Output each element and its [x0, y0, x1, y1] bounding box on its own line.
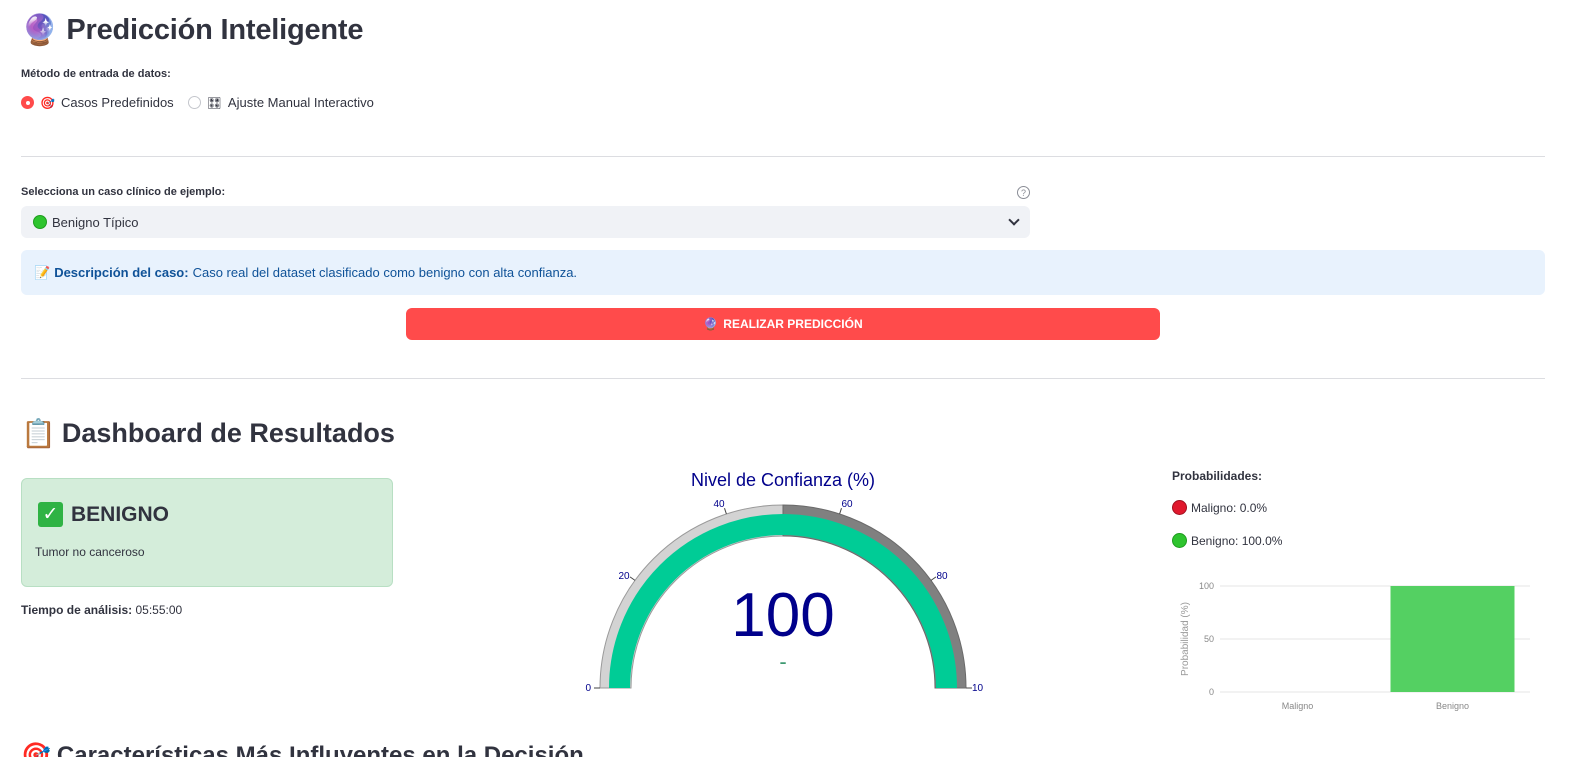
- dashboard-title: 📋 Dashboard de Resultados: [21, 418, 395, 449]
- prob-maligno: Maligno: 0.0%: [1172, 500, 1267, 515]
- gauge-value: 100: [731, 581, 834, 650]
- predict-button-label: REALIZAR PREDICCIÓN: [723, 317, 863, 331]
- page-title: 🔮 Predicción Inteligente: [21, 13, 364, 47]
- input-method-radio-group: 🎯 Casos Predefinidos 🎛 Ajuste Manual Int…: [21, 95, 374, 110]
- prob-benigno: Benigno: 100.0%: [1172, 533, 1282, 548]
- crystal-ball-icon: 🔮: [703, 317, 719, 331]
- x-tick-label: Benigno: [1436, 701, 1469, 711]
- target-icon: 🎯: [40, 95, 55, 110]
- radio-predefined-cases[interactable]: 🎯 Casos Predefinidos: [21, 95, 174, 110]
- case-select-value: Benigno Típico: [52, 214, 139, 230]
- page-title-text: Predicción Inteligente: [66, 14, 364, 46]
- radio-unselected-icon[interactable]: [187, 96, 201, 109]
- case-description-info: 📝 Descripción del caso: Caso real del da…: [21, 250, 1545, 295]
- confidence-gauge: 0 20 40 60 80 100 100 -: [585, 499, 983, 694]
- prob-benigno-text: Benigno: 100.0%: [1191, 533, 1283, 548]
- radio-manual-adjust[interactable]: 🎛 Ajuste Manual Interactivo: [187, 95, 374, 110]
- memo-icon: 📝: [34, 264, 51, 280]
- y-tick-label: 0: [1209, 687, 1214, 697]
- gauge-tick-label: 80: [936, 571, 948, 582]
- gauge-tick-label: 20: [618, 571, 630, 582]
- result-title: BENIGNO: [71, 503, 170, 526]
- probability-bar-chart: 0 50 100 Probabilidad (%) Maligno Benigno: [1180, 581, 1530, 711]
- case-select-label: Selecciona un caso clínico de ejemplo:: [21, 186, 226, 198]
- result-card: ✓ BENIGNO Tumor no canceroso: [21, 478, 393, 587]
- divider: [21, 378, 1545, 379]
- dashboard-title-text: Dashboard de Resultados: [61, 418, 395, 448]
- gauge-tick-label: 60: [841, 499, 853, 510]
- gauge-tick-label: 40: [713, 499, 725, 510]
- clipboard-icon: 📋: [21, 417, 56, 449]
- bar: [1390, 586, 1515, 692]
- gauge-tick-label: 100: [972, 683, 983, 694]
- case-description-text: Caso real del dataset clasificado como b…: [192, 265, 578, 280]
- probabilities-title: Probabilidades:: [1172, 469, 1263, 483]
- help-icon[interactable]: ?: [1017, 186, 1030, 199]
- green-circle-icon: [1172, 533, 1187, 548]
- control-knobs-icon: 🎛: [206, 95, 222, 110]
- y-tick-label: 50: [1204, 634, 1214, 644]
- next-section-title-text: Características Más Influyentes en la De…: [56, 742, 584, 757]
- check-mark-icon: ✓: [38, 502, 63, 527]
- gauge-delta: -: [779, 649, 786, 674]
- divider: [21, 156, 1545, 157]
- crystal-ball-icon: 🔮: [21, 13, 59, 47]
- y-tick-label: 100: [1199, 581, 1214, 591]
- gauge-tick-label: 0: [585, 683, 591, 694]
- radio-label: Casos Predefinidos: [60, 95, 174, 110]
- predict-button[interactable]: 🔮 REALIZAR PREDICCIÓN: [406, 308, 1160, 340]
- analysis-time-value: 05:55:00: [135, 603, 183, 617]
- target-icon: 🎯: [21, 742, 51, 757]
- green-circle-icon: [33, 215, 47, 229]
- analysis-time-label: Tiempo de análisis:: [21, 603, 133, 617]
- result-subtitle: Tumor no canceroso: [35, 545, 145, 559]
- case-select-dropdown[interactable]: Benigno Típico: [21, 206, 1030, 238]
- chevron-down-icon[interactable]: [1008, 214, 1020, 226]
- prob-maligno-text: Maligno: 0.0%: [1191, 500, 1268, 515]
- analysis-time: Tiempo de análisis: 05:55:00: [21, 603, 182, 617]
- gauge-title: Nivel de Confianza (%): [690, 470, 876, 490]
- radio-selected-icon[interactable]: [21, 96, 34, 109]
- next-section-title: 🎯 Características Más Influyentes en la …: [21, 742, 584, 757]
- x-tick-label: Maligno: [1282, 701, 1314, 711]
- radio-label: Ajuste Manual Interactivo: [227, 95, 374, 110]
- y-axis-label: Probabilidad (%): [1180, 602, 1191, 676]
- input-method-label: Método de entrada de datos:: [21, 68, 171, 80]
- red-circle-icon: [1172, 500, 1187, 515]
- case-description-heading: Descripción del caso:: [54, 265, 189, 280]
